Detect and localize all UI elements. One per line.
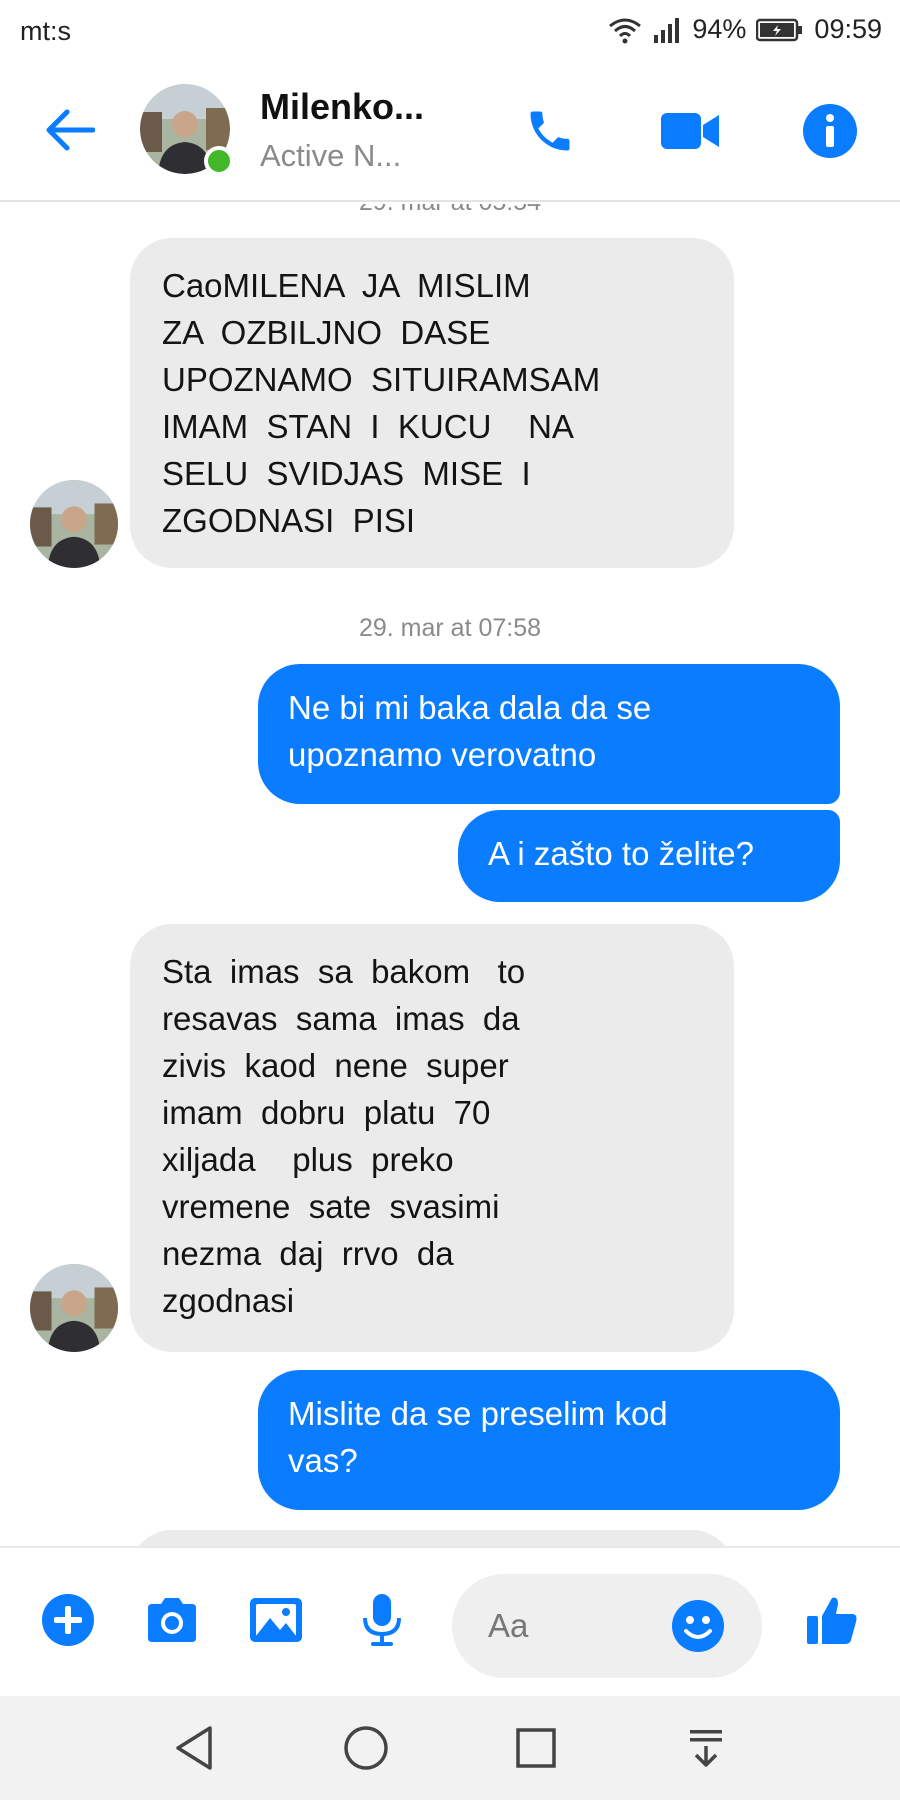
outgoing-message[interactable]: A i zašto to želite?: [458, 810, 840, 902]
info-icon: [802, 103, 858, 164]
nav-back-icon: [172, 1724, 216, 1777]
message-line: zgodnasi: [162, 1282, 295, 1319]
message-line: UPOZNAMO SITUIRAMSAM: [162, 361, 601, 398]
message-line: Sta imas sa bakom to: [162, 953, 526, 990]
battery-icon: [756, 18, 804, 42]
camera-button[interactable]: [140, 1590, 204, 1654]
message-line: CaoMILENA JA MISLIM: [162, 267, 531, 304]
timestamp: 29. mar at 07:58: [358, 614, 542, 642]
more-actions-button[interactable]: [36, 1590, 100, 1654]
message-line: nezma daj rrvo da: [162, 1235, 454, 1272]
wifi-icon: [608, 16, 642, 44]
clock: 09:59: [814, 14, 882, 44]
message-line: SELU SVIDJAS MISE I: [162, 455, 531, 492]
back-arrow-icon: [43, 108, 96, 157]
message-line: Mislite da se preselim kod: [288, 1395, 668, 1432]
message-line: resavas sama imas da: [162, 1000, 520, 1037]
emoji-icon: [671, 1599, 725, 1658]
video-camera-icon: [659, 109, 721, 158]
nav-recent-apps-button[interactable]: [504, 1718, 568, 1782]
nav-home-button[interactable]: [334, 1718, 398, 1782]
microphone-icon: [360, 1592, 404, 1653]
camera-icon: [144, 1596, 200, 1649]
phone-icon: [524, 105, 576, 162]
plus-icon: [41, 1593, 95, 1652]
sender-avatar[interactable]: [30, 1264, 118, 1352]
nav-recent-icon: [514, 1726, 558, 1775]
outgoing-message[interactable]: Ne bi mi baka dala da se upoznamo verova…: [258, 664, 840, 804]
status-icons: 94% 09:59: [608, 14, 882, 45]
nav-notifications-button[interactable]: [674, 1718, 738, 1782]
conversation-info-button[interactable]: [795, 98, 865, 168]
voice-call-button[interactable]: [515, 98, 585, 168]
message-line: imam dobru platu 70: [162, 1094, 491, 1131]
message-line: A i zašto to želite?: [488, 835, 754, 872]
carrier-label: mt:s: [20, 16, 71, 46]
system-navigation-bar: [0, 1696, 900, 1800]
back-button[interactable]: [36, 102, 102, 162]
incoming-message[interactable]: CaoMILENA JA MISLIM ZA OZBILJNO DASE UPO…: [130, 238, 734, 568]
message-line: xiljada plus preko: [162, 1141, 454, 1178]
gallery-button[interactable]: [244, 1590, 308, 1654]
sender-avatar[interactable]: [30, 480, 118, 568]
message-line: IMAM STAN I KUCU NA: [162, 408, 574, 445]
incoming-message[interactable]: Sta imas sa bakom to resavas sama imas d…: [130, 924, 734, 1352]
incoming-message-partial[interactable]: [130, 1530, 734, 1546]
nav-notifications-icon: [684, 1726, 728, 1775]
message-composer: [0, 1546, 900, 1696]
image-icon: [248, 1596, 304, 1649]
contact-status: Active N...: [260, 138, 402, 173]
message-line: upoznamo verovatno: [288, 736, 597, 773]
voice-message-button[interactable]: [350, 1590, 414, 1654]
conversation-header: Milenko... Active N...: [0, 62, 900, 202]
outgoing-message[interactable]: Mislite da se preselim kod vas?: [258, 1370, 840, 1510]
like-button[interactable]: [800, 1590, 864, 1654]
message-line: ZGODNASI PISI: [162, 502, 416, 539]
message-line: zivis kaod nene super: [162, 1047, 509, 1084]
signal-icon: [652, 17, 682, 43]
thumbs-up-icon: [804, 1592, 860, 1653]
message-line: vremene sate svasimi: [162, 1188, 500, 1225]
battery-percent: 94%: [692, 14, 747, 44]
nav-home-icon: [342, 1724, 390, 1777]
timestamp: 29. mar at 05:54: [0, 204, 900, 217]
message-line: vas?: [288, 1442, 358, 1479]
online-indicator: [204, 146, 234, 176]
message-line: ZA OZBILJNO DASE: [162, 314, 491, 351]
message-list[interactable]: 29. mar at 05:54 CaoMILENA JA MISLIM ZA …: [0, 204, 900, 1546]
status-bar: mt:s 94% 09:59: [0, 0, 900, 62]
contact-name[interactable]: Milenko...: [260, 86, 424, 128]
message-line: Ne bi mi baka dala da se: [288, 689, 652, 726]
video-call-button[interactable]: [655, 98, 725, 168]
contact-avatar[interactable]: [140, 84, 234, 176]
emoji-button[interactable]: [668, 1598, 728, 1658]
nav-back-button[interactable]: [162, 1718, 226, 1782]
